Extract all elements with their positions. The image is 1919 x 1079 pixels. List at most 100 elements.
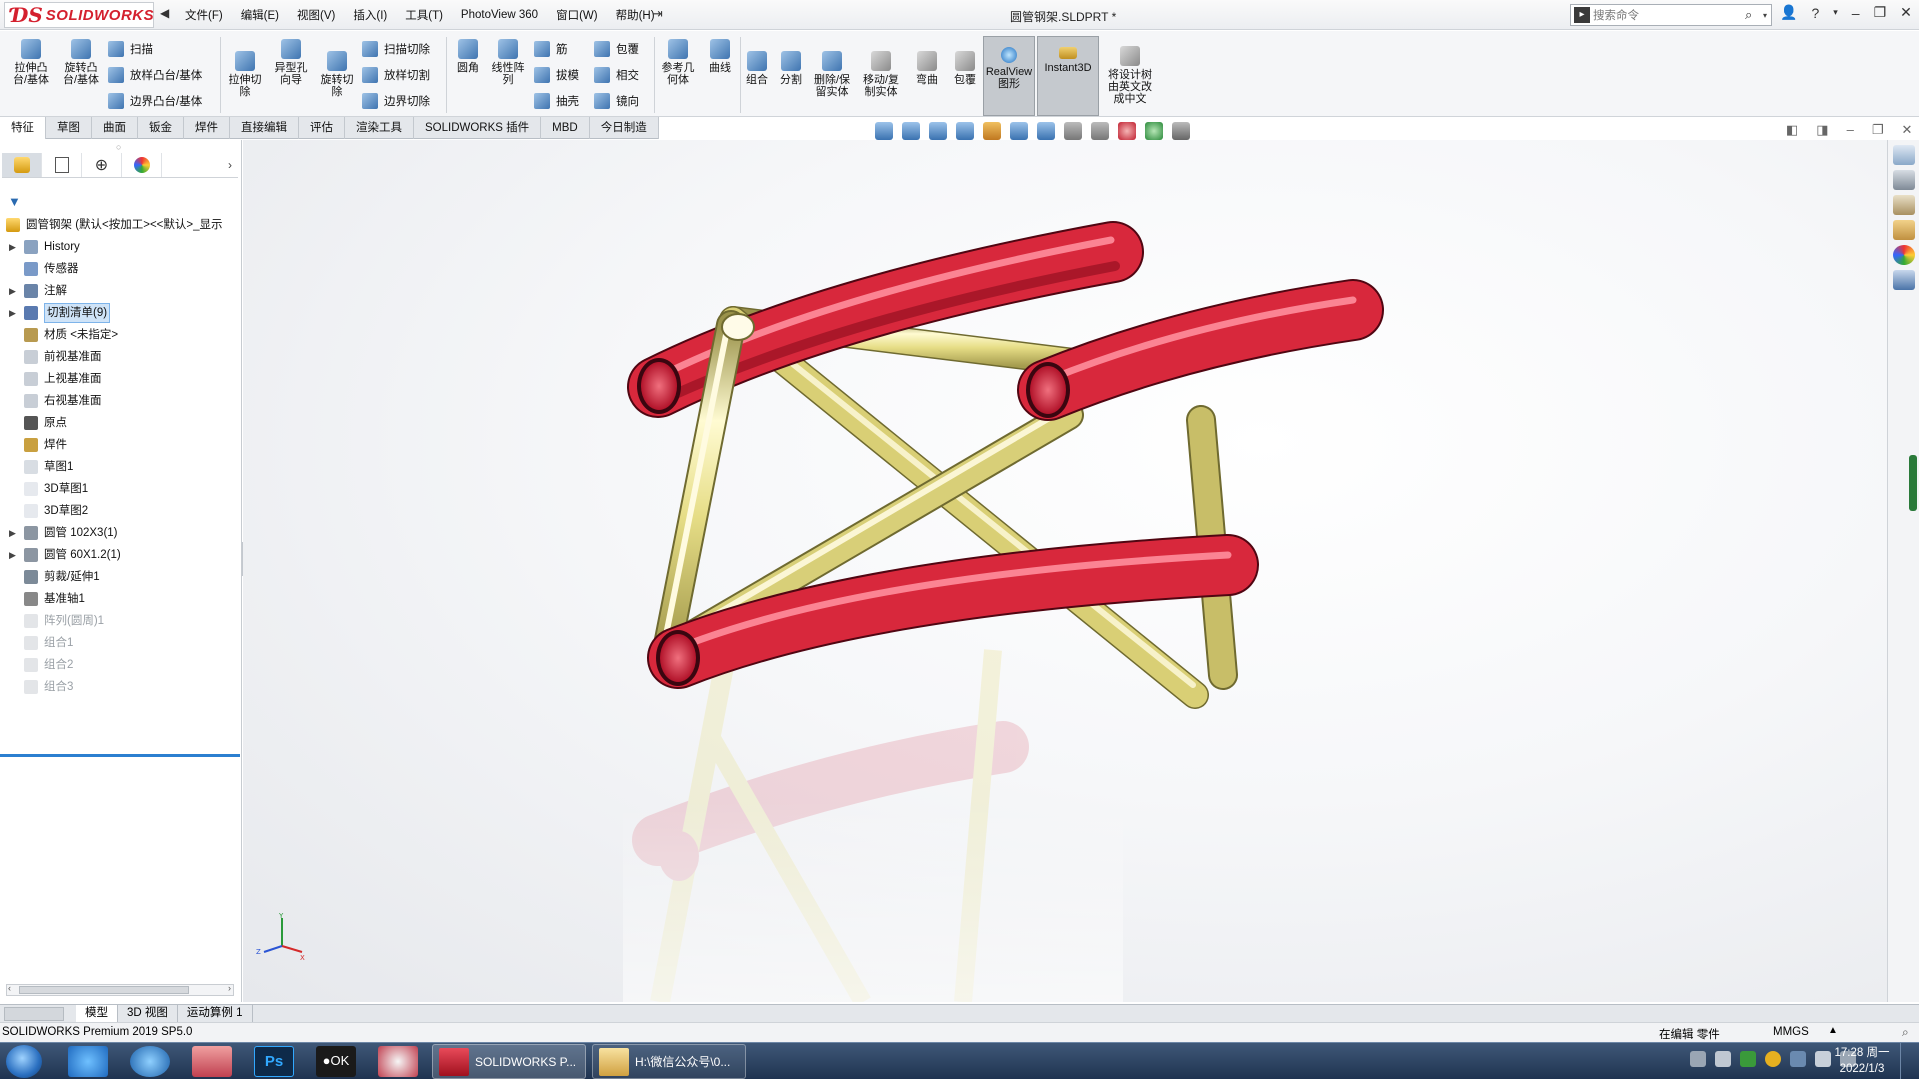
menu-photoview[interactable]: PhotoView 360 xyxy=(452,9,547,21)
minimize-icon[interactable]: – xyxy=(1852,5,1860,21)
tab-surfaces[interactable]: 曲面 xyxy=(92,117,138,139)
expand-arrow-icon[interactable]: ▶ xyxy=(9,544,16,566)
design-library-icon[interactable] xyxy=(1892,170,1915,190)
draft-button[interactable]: 拔模 xyxy=(534,67,579,83)
property-manager-tab[interactable] xyxy=(42,152,82,177)
expand-arrow-icon[interactable]: ▶ xyxy=(9,280,16,302)
menu-view[interactable]: 视图(V) xyxy=(288,7,344,23)
menu-collapse-icon[interactable]: ◀ xyxy=(160,6,169,20)
menu-tools[interactable]: 工具(T) xyxy=(396,7,452,23)
volume-icon[interactable] xyxy=(1815,1051,1831,1067)
tree-root[interactable]: 圆管钢架 (默认<按加工><<默认>_显示 xyxy=(0,214,240,236)
tab-direct-editing[interactable]: 直接编辑 xyxy=(230,117,299,139)
section-view-icon[interactable] xyxy=(956,122,974,140)
pinned-app-icon[interactable] xyxy=(378,1046,418,1077)
menu-window[interactable]: 窗口(W) xyxy=(547,7,607,23)
mirror-button[interactable]: 镜向 xyxy=(594,93,639,109)
tab-sketch[interactable]: 草图 xyxy=(46,117,92,139)
translate-tree-button[interactable]: 将设计树 由英文改 成中文 xyxy=(1102,46,1158,105)
menu-file[interactable]: 文件(F) xyxy=(176,7,232,23)
file-explorer-icon[interactable] xyxy=(1892,195,1915,215)
move-copy-body-button[interactable]: 移动/复 制实体 xyxy=(858,51,904,98)
tab-render-tools[interactable]: 渲染工具 xyxy=(345,117,414,139)
search-dropdown-icon[interactable]: ▾ xyxy=(1763,11,1767,20)
search-input[interactable]: 搜索命令 xyxy=(1593,7,1745,23)
tab-features[interactable]: 特征 xyxy=(0,117,46,139)
display-style-icon[interactable] xyxy=(1037,122,1055,140)
tab-today-manufacturing[interactable]: 今日制造 xyxy=(590,117,659,139)
tab-weldments[interactable]: 焊件 xyxy=(184,117,230,139)
apply-scene-icon[interactable] xyxy=(1118,122,1136,140)
tab-addins[interactable]: SOLIDWORKS 插件 xyxy=(414,117,542,139)
tree-node[interactable]: ▶ 圆管 60X1.2(1) xyxy=(0,544,240,566)
tree-node[interactable]: ▶ 切割清单(9) xyxy=(0,302,240,324)
user-icon[interactable]: 👤 xyxy=(1780,4,1797,21)
unit-dropdown-icon[interactable]: ▲ xyxy=(1828,1025,1838,1036)
configuration-manager-tab[interactable]: ⊕ xyxy=(82,152,122,177)
custom-properties-icon[interactable] xyxy=(1892,270,1915,290)
tree-node[interactable]: 组合1 xyxy=(0,632,240,654)
expand-arrow-icon[interactable]: ▶ xyxy=(9,522,16,544)
edit-appearance-icon[interactable] xyxy=(1091,122,1109,140)
dynamic-annotation-icon[interactable] xyxy=(983,122,1001,140)
keyboard-icon[interactable] xyxy=(1690,1051,1706,1067)
solidworks-resources-icon[interactable] xyxy=(1892,145,1915,165)
tree-node[interactable]: 材质 <未指定> xyxy=(0,324,240,346)
rib-button[interactable]: 筋 xyxy=(534,41,568,57)
hide-show-items-icon[interactable] xyxy=(1064,122,1082,140)
restore-icon[interactable]: ❐ xyxy=(1874,4,1887,21)
sync-icon[interactable] xyxy=(1765,1051,1781,1067)
pin-menu-icon[interactable]: ⇥ xyxy=(652,6,663,22)
viewport-right-icon[interactable]: ◨ xyxy=(1816,122,1828,138)
security-icon[interactable] xyxy=(1740,1051,1756,1067)
panel-grip-icon[interactable]: ○ xyxy=(116,142,121,152)
system-clock[interactable]: 17:28 周一 2022/1/3 xyxy=(1832,1045,1892,1077)
loft-boss-button[interactable]: 放样凸台/基体 xyxy=(108,67,202,83)
view-palette-icon[interactable] xyxy=(1892,220,1915,240)
tree-node[interactable]: 3D草图1 xyxy=(0,478,240,500)
tree-node[interactable]: 剪裁/延伸1 xyxy=(0,566,240,588)
taskbar-solidworks[interactable]: SOLIDWORKS P... xyxy=(432,1044,586,1079)
help-icon[interactable]: ? xyxy=(1811,5,1819,21)
menu-insert[interactable]: 插入(I) xyxy=(344,7,396,23)
previous-view-icon[interactable] xyxy=(929,122,947,140)
tree-node[interactable]: 前视基准面 xyxy=(0,346,240,368)
viewport-restore-icon[interactable]: ❐ xyxy=(1872,122,1884,138)
taskbar-explorer[interactable]: H:\微信公众号\0... xyxy=(592,1044,746,1079)
tree-node[interactable]: 传感器 xyxy=(0,258,240,280)
boundary-boss-button[interactable]: 边界凸台/基体 xyxy=(108,93,202,109)
graphics-area[interactable] xyxy=(243,140,1887,1007)
appearances-scenes-icon[interactable] xyxy=(1892,245,1915,265)
help-dropdown-icon[interactable]: ▾ xyxy=(1833,7,1838,18)
combine-button[interactable]: 组合 xyxy=(742,51,772,86)
wrap-small-button[interactable]: 包覆 xyxy=(594,41,639,57)
featuremanager-tree-tab[interactable] xyxy=(2,152,42,177)
viewport-left-icon[interactable]: ◧ xyxy=(1786,122,1798,138)
boundary-cut-button[interactable]: 边界切除 xyxy=(362,93,430,109)
filter-icon[interactable]: ▼ xyxy=(8,194,21,209)
network-icon[interactable] xyxy=(1790,1051,1806,1067)
solidworks-logo[interactable]: ƊS SOLIDWORKS xyxy=(4,2,154,28)
revolve-cut-button[interactable]: 旋转切 除 xyxy=(314,51,360,98)
tree-node[interactable]: 3D草图2 xyxy=(0,500,240,522)
extrude-boss-button[interactable]: 拉伸凸 台/基体 xyxy=(8,39,54,86)
start-button-icon[interactable] xyxy=(6,1045,42,1078)
tab-model[interactable]: 模型 xyxy=(76,1004,118,1023)
frame-102x3-tube-right[interactable] xyxy=(1017,279,1384,421)
view-settings-icon[interactable] xyxy=(1145,122,1163,140)
baidu-netdisk-icon[interactable] xyxy=(68,1046,108,1077)
scroll-right-icon[interactable]: › xyxy=(228,983,231,993)
realview-button[interactable]: RealView 图形 xyxy=(983,36,1035,116)
wrap-button[interactable]: 包覆 xyxy=(948,51,982,86)
tree-node[interactable]: 草图1 xyxy=(0,456,240,478)
curves-button[interactable]: 曲线 xyxy=(700,39,740,74)
tab-motion-study[interactable]: 运动算例 1 xyxy=(178,1004,253,1023)
expand-arrow-icon[interactable]: ▶ xyxy=(9,236,16,258)
more-tabs-icon[interactable]: › xyxy=(228,158,232,172)
quick-tips-icon[interactable]: ⌕ xyxy=(1902,1025,1909,1040)
tree-node[interactable]: 阵列(圆周)1 xyxy=(0,610,240,632)
viewport-close-icon[interactable]: ✕ xyxy=(1901,122,1912,138)
view-orientation-icon[interactable] xyxy=(1010,122,1028,140)
linear-pattern-button[interactable]: 线性阵 列 xyxy=(486,39,530,86)
swept-cut-button[interactable]: 扫描切除 xyxy=(362,41,430,57)
